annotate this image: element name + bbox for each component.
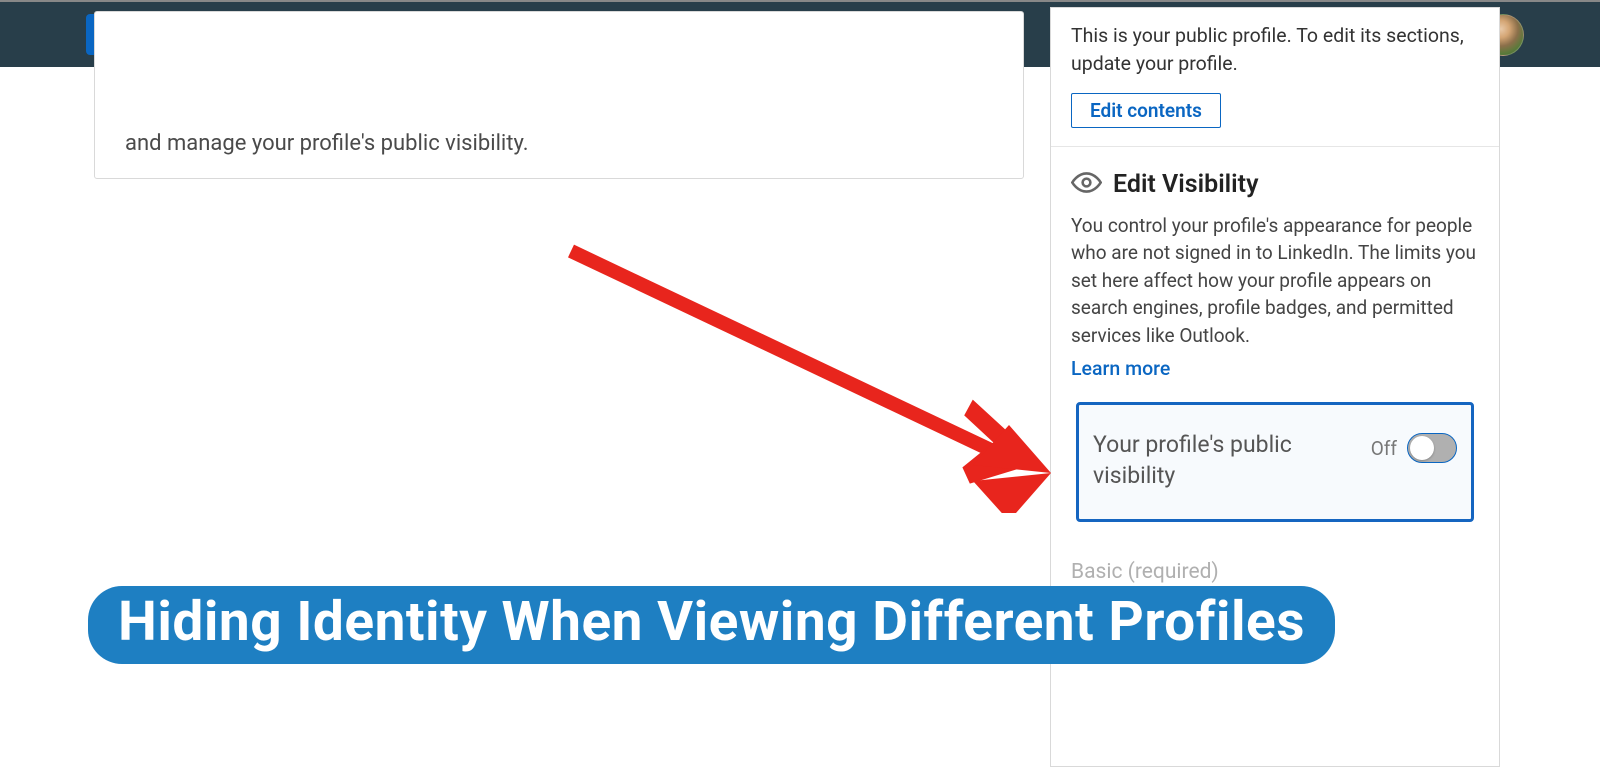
edit-visibility-header: Edit Visibility xyxy=(1071,167,1479,202)
toggle-state-text: Off xyxy=(1371,437,1397,460)
learn-more-link[interactable]: Learn more xyxy=(1071,357,1170,380)
public-visibility-label: Your profile's public visibility xyxy=(1093,429,1333,491)
edit-contents-button[interactable]: Edit contents xyxy=(1071,93,1221,128)
edit-visibility-body: You control your profile's appearance fo… xyxy=(1071,212,1479,350)
public-visibility-toggle-group: Off xyxy=(1371,433,1457,463)
edit-visibility-section: Edit Visibility You control your profile… xyxy=(1051,146,1499,541)
public-visibility-toggle[interactable] xyxy=(1407,433,1457,463)
edit-visibility-title: Edit Visibility xyxy=(1113,170,1258,199)
annotation-arrow xyxy=(559,243,1069,513)
basic-required-label: Basic (required) xyxy=(1071,560,1219,584)
eye-icon xyxy=(1071,167,1102,202)
public-visibility-box: Your profile's public visibility Off xyxy=(1076,402,1474,522)
profile-summary-text-fragment: and manage your profile's public visibil… xyxy=(125,129,993,160)
main-area: and manage your profile's public visibil… xyxy=(0,67,1600,674)
public-profile-intro-text: This is your public profile. To edit its… xyxy=(1071,22,1479,79)
toggle-knob xyxy=(1410,436,1434,460)
edit-contents-section: This is your public profile. To edit its… xyxy=(1051,8,1499,146)
profile-summary-card: and manage your profile's public visibil… xyxy=(94,11,1024,179)
annotation-banner: Hiding Identity When Viewing Different P… xyxy=(88,586,1335,664)
